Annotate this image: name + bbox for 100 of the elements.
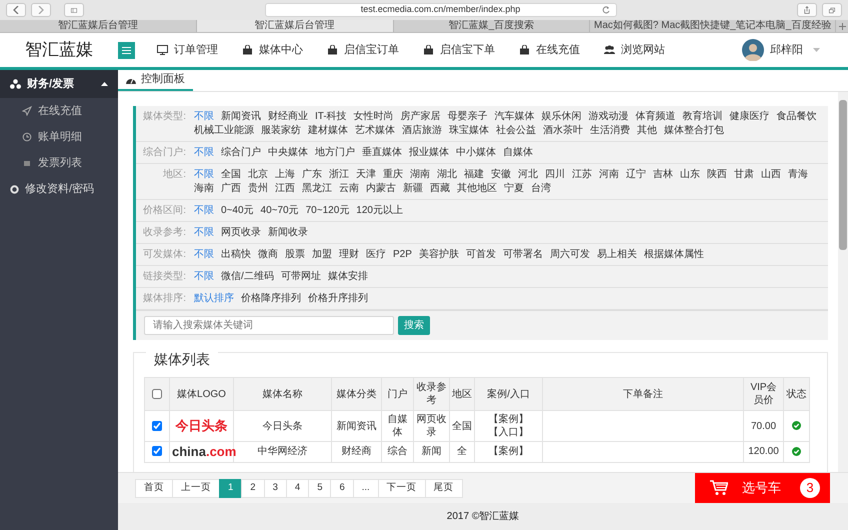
filter-option[interactable]: 不限	[194, 146, 214, 160]
menu-button[interactable]	[118, 42, 135, 58]
scrollbar[interactable]	[838, 92, 848, 472]
sidebar-item[interactable]: 账单明细	[0, 124, 118, 150]
filter-option[interactable]: 汽车媒体	[494, 110, 535, 124]
filter-option[interactable]: 母婴亲子	[448, 110, 488, 124]
filter-option[interactable]: P2P	[393, 248, 412, 262]
filter-option[interactable]: 0~40元	[221, 204, 254, 218]
filter-option[interactable]: 医疗	[366, 248, 386, 262]
address-bar[interactable]: test.ecmedia.com.cn/member/index.php	[264, 3, 616, 17]
filter-option[interactable]: 报业媒体	[409, 146, 449, 160]
filter-option[interactable]: 湖北	[437, 168, 457, 182]
filter-option[interactable]: 70~120元	[306, 204, 350, 218]
filter-option[interactable]: 垂直媒体	[362, 146, 402, 160]
nav-link[interactable]: 启信宝订单	[315, 42, 411, 58]
filter-option[interactable]: 可带署名	[502, 248, 543, 262]
filter-option[interactable]: 股票	[285, 248, 305, 262]
filter-option[interactable]: 生活消费	[590, 124, 630, 138]
filter-option[interactable]: 甘肃	[734, 168, 754, 182]
filter-option[interactable]: 教育培训	[682, 110, 723, 124]
filter-option[interactable]: 易上相关	[596, 248, 637, 262]
page-button[interactable]: 尾页	[424, 478, 463, 498]
filter-option[interactable]: 不限	[194, 168, 214, 182]
filter-option[interactable]: 美容护肤	[418, 248, 459, 262]
filter-option[interactable]: 综合门户	[221, 146, 261, 160]
filter-option[interactable]: 浙江	[329, 168, 349, 182]
page-button[interactable]: 4	[286, 478, 310, 498]
filter-option[interactable]: 中央媒体	[268, 146, 308, 160]
filter-option[interactable]: 可首发	[466, 248, 496, 262]
page-button[interactable]: 上一页	[172, 478, 220, 498]
filter-option[interactable]: 价格降序排列	[241, 292, 301, 306]
filter-option[interactable]: 安徽	[491, 168, 511, 182]
filter-option[interactable]: 120元以上	[356, 204, 403, 218]
sidebar-group[interactable]: 财务/发票	[0, 70, 118, 98]
filter-option[interactable]: 内蒙古	[366, 182, 396, 196]
browser-tab[interactable]: 智汇蓝媒后台管理	[196, 20, 394, 32]
filter-option[interactable]: 山东	[680, 168, 700, 182]
filter-option[interactable]: 健康医疗	[730, 110, 770, 124]
filter-option[interactable]: 食品餐饮	[776, 110, 817, 124]
user-menu[interactable]: 邱梓阳	[770, 42, 820, 58]
filter-option[interactable]: 宁夏	[504, 182, 524, 196]
filter-option[interactable]: 默认排序	[194, 292, 234, 306]
checkbox[interactable]	[152, 420, 162, 431]
page-button[interactable]: 下一页	[378, 478, 426, 498]
filter-option[interactable]: 建材媒体	[308, 124, 348, 138]
filter-option[interactable]: 房产家居	[400, 110, 441, 124]
filter-option[interactable]: 湖南	[410, 168, 430, 182]
filter-option[interactable]: 贵州	[248, 182, 268, 196]
filter-option[interactable]: 周六可发	[550, 248, 590, 262]
filter-option[interactable]: 青海	[788, 168, 808, 182]
case-link[interactable]: 【入口】	[477, 426, 540, 439]
filter-option[interactable]: 西藏	[430, 182, 450, 196]
filter-option[interactable]: 新闻资讯	[221, 110, 261, 124]
filter-option[interactable]: 上海	[275, 168, 295, 182]
filter-option[interactable]: 河北	[518, 168, 538, 182]
filter-option[interactable]: 机械工业能源	[194, 124, 254, 138]
filter-option[interactable]: 广西	[221, 182, 241, 196]
filter-option[interactable]: 游戏动漫	[588, 110, 629, 124]
nav-link[interactable]: 媒体中心	[230, 42, 315, 58]
filter-option[interactable]: 不限	[194, 110, 214, 124]
filter-option[interactable]: 服装家纺	[261, 124, 301, 138]
filter-option[interactable]: 微信/二维码	[221, 270, 274, 284]
page-button[interactable]: 2	[241, 478, 265, 498]
filter-option[interactable]: 不限	[194, 204, 214, 218]
filter-option[interactable]: 酒水茶叶	[543, 124, 583, 138]
filter-option[interactable]: 珠宝媒体	[449, 124, 489, 138]
page-button[interactable]: 3	[264, 478, 287, 498]
filter-option[interactable]: 中小媒体	[456, 146, 496, 160]
filter-option[interactable]: 全国	[221, 168, 241, 182]
filter-option[interactable]: 海南	[194, 182, 214, 196]
filter-option[interactable]: 天津	[356, 168, 376, 182]
page-button[interactable]: 首页	[135, 478, 173, 498]
share-button[interactable]	[797, 3, 817, 17]
page-button[interactable]: 6	[330, 478, 354, 498]
filter-option[interactable]: IT-科技	[315, 110, 347, 124]
filter-option[interactable]: 江苏	[572, 168, 592, 182]
filter-option[interactable]: 四川	[545, 168, 565, 182]
filter-option[interactable]: 加盟	[312, 248, 332, 262]
filter-option[interactable]: 吉林	[653, 168, 673, 182]
nav-link[interactable]: 在线充值	[507, 42, 592, 58]
cart-button[interactable]: 选号车 3	[695, 473, 830, 503]
case-link[interactable]: 【案例】	[477, 413, 540, 426]
sidebar-toggle-button[interactable]	[64, 3, 84, 17]
filter-option[interactable]: 40~70元	[260, 204, 299, 218]
filter-option[interactable]: 出稿快	[221, 248, 251, 262]
filter-option[interactable]: 台湾	[531, 182, 551, 196]
search-field[interactable]: 请输入搜索媒体关键词	[144, 316, 394, 335]
filter-option[interactable]: 北京	[248, 168, 268, 182]
filter-option[interactable]: 理财	[339, 248, 359, 262]
filter-option[interactable]: 广东	[302, 168, 322, 182]
filter-option[interactable]: 酒店旅游	[402, 124, 442, 138]
filter-option[interactable]: 自媒体	[503, 146, 533, 160]
filter-option[interactable]: 微商	[258, 248, 278, 262]
case-link[interactable]: 【案例】	[477, 445, 540, 458]
forward-button[interactable]	[31, 3, 51, 17]
sidebar-item[interactable]: 在线充值	[0, 98, 118, 124]
page-button[interactable]: ...	[352, 478, 379, 498]
filter-option[interactable]: 价格升序排列	[308, 292, 368, 306]
filter-option[interactable]: 财经商业	[268, 110, 308, 124]
filter-option[interactable]: 体育频道	[636, 110, 676, 124]
